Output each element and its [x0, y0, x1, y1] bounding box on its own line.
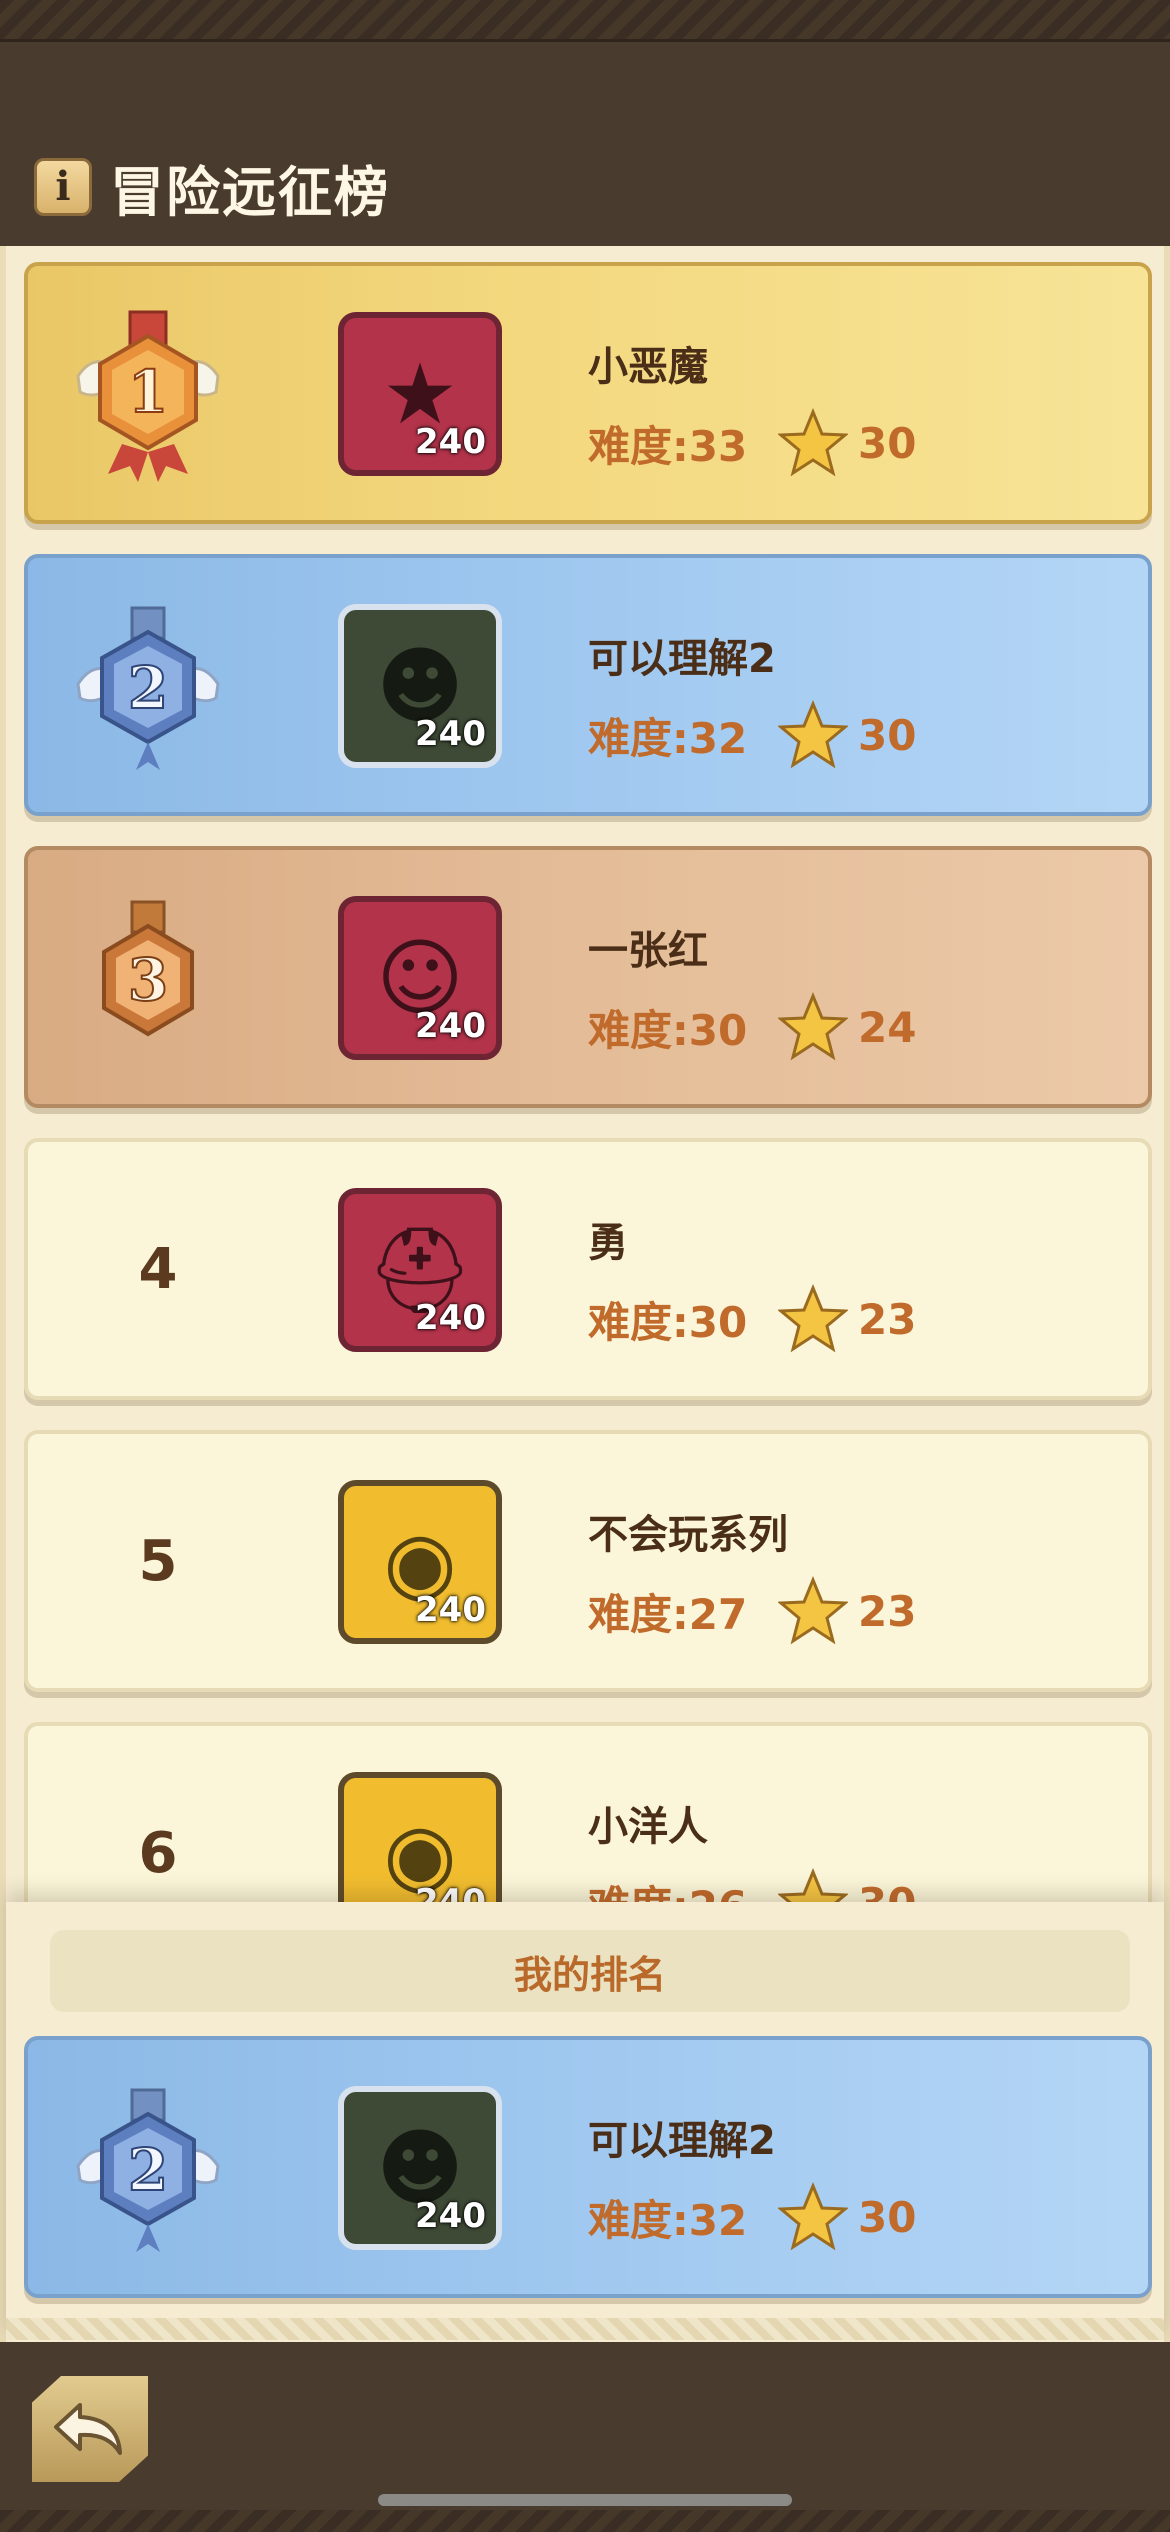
- player-name: 一张红: [588, 928, 708, 974]
- star-icon: [778, 1576, 848, 1645]
- leaderboard-row-6[interactable]: 6 ◉ 240 小洋人 难度:26 30: [24, 1722, 1152, 1902]
- leaderboard-row-2[interactable]: 2 ☻ 240 可以理解2 难度:32 30: [24, 554, 1152, 816]
- avatar-level: 240: [415, 1882, 486, 1902]
- player-avatar[interactable]: ⛑ 240: [338, 1188, 502, 1352]
- avatar-level: 240: [415, 714, 486, 754]
- rank-number: 4: [138, 1236, 178, 1302]
- player-avatar[interactable]: ☺ 240: [338, 896, 502, 1060]
- rank-number: 5: [138, 1528, 178, 1594]
- difficulty-text: 难度:30: [588, 1005, 748, 1055]
- top-decorative-band: [0, 0, 1170, 42]
- star-icon: [778, 1284, 848, 1353]
- star-icon: [778, 992, 848, 1061]
- leaderboard-row-1[interactable]: 1 ★ 240 小恶魔 难度:33 30: [24, 262, 1152, 524]
- star-icon: [778, 2182, 848, 2251]
- avatar-level: 240: [415, 422, 486, 462]
- leaderboard-row-3[interactable]: 3 ☺ 240 一张红 难度:30 24: [24, 846, 1152, 1108]
- bottom-decorative-band: [0, 2510, 1170, 2532]
- player-avatar[interactable]: ◉ 240: [338, 1772, 502, 1902]
- star-icon: [778, 408, 848, 477]
- avatar-level: 240: [415, 1298, 486, 1338]
- player-name: 可以理解2: [588, 636, 776, 682]
- player-stats: 难度:30 24: [588, 992, 916, 1062]
- gold-medal-icon: 1: [76, 310, 220, 482]
- player-stats: 难度:32 30: [588, 2182, 916, 2252]
- difficulty-text: 难度:32: [588, 2195, 748, 2245]
- panel-bottom-trim: [6, 2318, 1164, 2340]
- star-count: 23: [858, 1586, 917, 1636]
- back-button[interactable]: [32, 2376, 148, 2482]
- difficulty-text: 难度:33: [588, 421, 748, 471]
- player-avatar[interactable]: ◉ 240: [338, 1480, 502, 1644]
- player-stats: 难度:27 23: [588, 1576, 916, 1646]
- player-stats: 难度:26 30: [588, 1868, 916, 1902]
- player-avatar[interactable]: ☻ 240: [338, 604, 502, 768]
- svg-text:3: 3: [128, 946, 168, 1014]
- player-name: 不会玩系列: [588, 1512, 788, 1558]
- player-name: 可以理解2: [588, 2118, 776, 2164]
- player-name: 小洋人: [588, 1804, 708, 1850]
- leaderboard-row-4[interactable]: 4 ⛑ 240 勇 难度:30 23: [24, 1138, 1152, 1400]
- player-avatar[interactable]: ☻ 240: [338, 2086, 502, 2250]
- title-bar: i 冒险远征榜: [34, 152, 390, 224]
- difficulty-text: 难度:32: [588, 713, 748, 763]
- home-indicator[interactable]: [378, 2494, 792, 2506]
- difficulty-text: 难度:27: [588, 1589, 748, 1639]
- bronze-medal-icon: 3: [102, 900, 194, 1037]
- silver-medal-icon: 2: [76, 2088, 220, 2252]
- leaderboard-row-5[interactable]: 5 ◉ 240 不会玩系列 难度:27 23: [24, 1430, 1152, 1692]
- avatar-level: 240: [415, 1006, 486, 1046]
- star-count: 23: [858, 1294, 917, 1344]
- star-count: 30: [858, 710, 917, 760]
- player-stats: 难度:33 30: [588, 408, 916, 478]
- star-count: 24: [858, 1002, 917, 1052]
- my-rank-row[interactable]: 2 ☻ 240 可以理解2 难度:32 30: [24, 2036, 1152, 2298]
- star-count: 30: [858, 1879, 916, 1903]
- star-count: 30: [858, 418, 917, 468]
- star-icon: [778, 700, 848, 769]
- page-title: 冒险远征榜: [110, 160, 390, 224]
- player-stats: 难度:32 30: [588, 700, 916, 770]
- back-arrow-icon: [54, 2403, 122, 2455]
- my-rank-label: 我的排名: [50, 1930, 1130, 2012]
- leaderboard-panel: 1 ★ 240 小恶魔 难度:33 30 2 ☻ 240 可以理解2 难度:32…: [0, 246, 1170, 2342]
- star-count: 30: [858, 2192, 917, 2242]
- star-icon: [778, 1868, 848, 1902]
- info-icon[interactable]: i: [34, 158, 92, 216]
- player-name: 勇: [588, 1220, 628, 1266]
- player-avatar[interactable]: ★ 240: [338, 312, 502, 476]
- svg-text:2: 2: [128, 2136, 168, 2204]
- svg-text:1: 1: [128, 358, 168, 426]
- player-name: 小恶魔: [588, 344, 708, 390]
- difficulty-text: 难度:26: [588, 1873, 778, 1903]
- avatar-level: 240: [415, 1590, 486, 1630]
- avatar-level: 240: [415, 2196, 486, 2236]
- silver-medal-icon: 2: [76, 606, 220, 770]
- rank-number: 6: [138, 1820, 178, 1886]
- svg-text:2: 2: [128, 654, 168, 722]
- leaderboard-list[interactable]: 1 ★ 240 小恶魔 难度:33 30 2 ☻ 240 可以理解2 难度:32…: [6, 246, 1164, 1902]
- player-stats: 难度:30 23: [588, 1284, 916, 1354]
- difficulty-text: 难度:30: [588, 1297, 748, 1347]
